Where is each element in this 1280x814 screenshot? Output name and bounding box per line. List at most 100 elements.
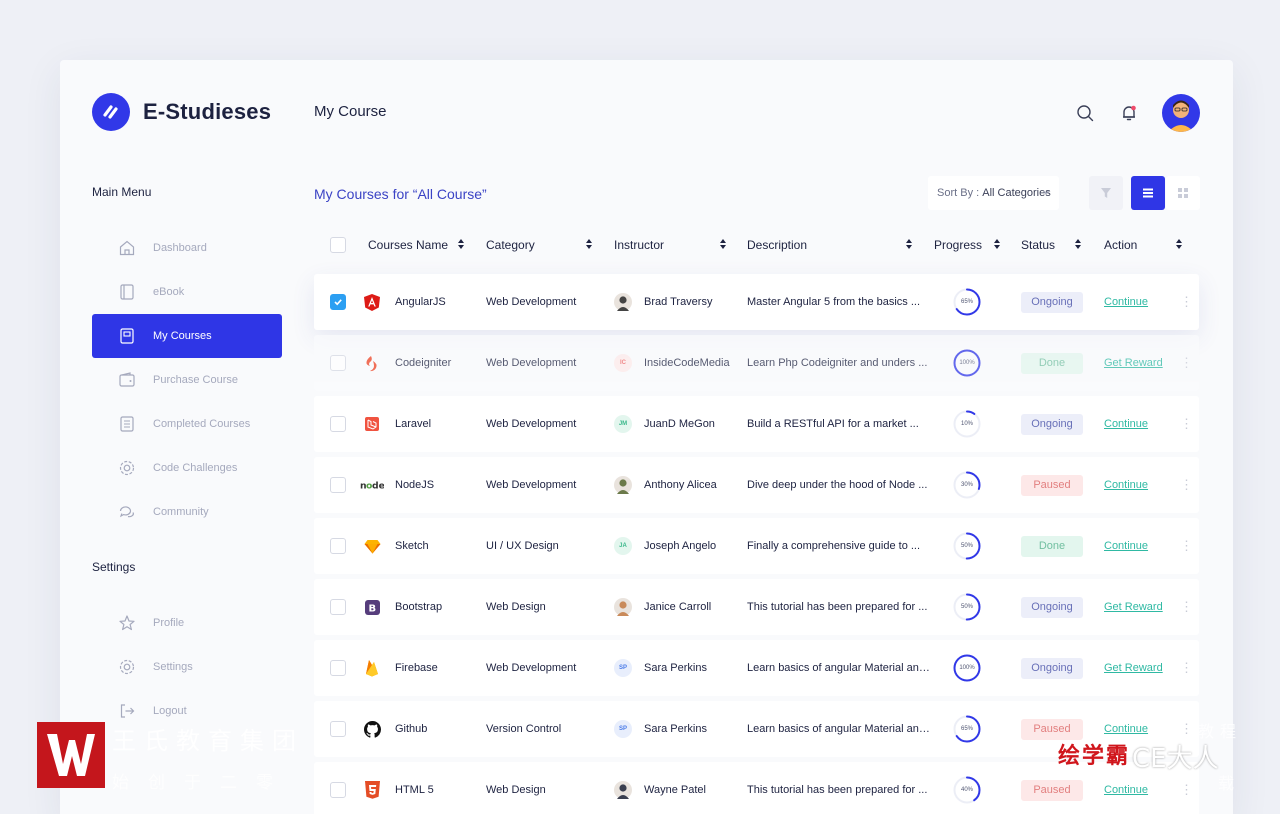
more-options-icon[interactable]: ⋮ <box>1180 396 1193 452</box>
course-category: Web Development <box>486 296 577 308</box>
row-checkbox[interactable] <box>330 294 346 310</box>
more-options-icon[interactable]: ⋮ <box>1180 335 1193 391</box>
header-action[interactable]: Action <box>1104 238 1137 252</box>
sort-icon[interactable] <box>719 238 727 250</box>
course-name[interactable]: HTML 5 <box>395 762 434 814</box>
course-name[interactable]: AngularJS <box>395 274 446 330</box>
action-link[interactable]: Get Reward <box>1104 357 1163 369</box>
course-name[interactable]: Bootstrap <box>395 579 442 635</box>
status-badge: Paused <box>1021 779 1083 801</box>
search-icon[interactable] <box>1074 102 1096 124</box>
table-row[interactable]: n o de NodeJS Web Development Anthony Alic… <box>314 457 1199 513</box>
instructor-initials: IC <box>620 360 626 366</box>
watermark-text: 始创于二零 <box>112 773 292 793</box>
row-checkbox[interactable] <box>330 721 346 737</box>
bootstrap-logo-icon: B <box>360 579 384 635</box>
course-name[interactable]: Firebase <box>395 640 438 696</box>
table-row[interactable]: AngularJS Web Development Brad Traversy … <box>314 274 1199 330</box>
instructor-avatar: IC <box>614 354 632 372</box>
header-category[interactable]: Category <box>486 238 535 252</box>
angular-logo-icon <box>360 274 384 330</box>
progress-value: 50% <box>960 604 973 610</box>
wallet-icon <box>119 372 135 387</box>
row-checkbox[interactable] <box>330 416 346 432</box>
header-progress[interactable]: Progress <box>934 238 982 252</box>
header-description[interactable]: Description <box>747 238 807 252</box>
instructor-avatar: SP <box>614 659 632 677</box>
more-options-icon[interactable]: ⋮ <box>1180 457 1193 513</box>
table-row[interactable]: Laravel Web Development JM JuanD MeGon Bu… <box>314 396 1199 452</box>
row-checkbox[interactable] <box>330 782 346 798</box>
settings-title: Settings <box>92 560 136 574</box>
table-row[interactable]: Firebase Web Development SP Sara Perkins … <box>314 640 1199 696</box>
table-row[interactable]: B Bootstrap Web Design Janice Carroll Th… <box>314 579 1199 635</box>
sort-icon[interactable] <box>457 238 465 250</box>
course-name[interactable]: NodeJS <box>395 457 434 513</box>
app-name: E-Studieses <box>143 99 272 124</box>
action-link[interactable]: Get Reward <box>1104 662 1163 674</box>
action-link[interactable]: Continue <box>1104 296 1148 308</box>
sidebar-item-dashboard[interactable]: Dashboard <box>92 226 282 270</box>
sidebar-item-code-challenges[interactable]: Code Challenges <box>92 446 282 490</box>
status-badge: Paused <box>1021 718 1083 740</box>
header-instructor[interactable]: Instructor <box>614 238 664 252</box>
header-courses-name[interactable]: Courses Name <box>368 238 448 252</box>
action-link[interactable]: Continue <box>1104 784 1148 796</box>
row-checkbox[interactable] <box>330 599 346 615</box>
sidebar-item-my-courses[interactable]: My Courses <box>92 314 282 358</box>
course-name[interactable]: Codeigniter <box>395 335 451 391</box>
course-description: Dive deep under the hood of Node ... <box>747 479 928 491</box>
progress-value: 40% <box>960 787 973 793</box>
status-badge: Ongoing <box>1021 596 1083 618</box>
course-instructor: JM JuanD MeGon <box>614 396 715 452</box>
course-name[interactable]: Laravel <box>395 396 431 452</box>
action-link[interactable]: Continue <box>1104 723 1148 735</box>
status-badge: Done <box>1021 352 1083 374</box>
more-options-icon[interactable]: ⋮ <box>1180 640 1193 696</box>
sort-icon[interactable] <box>905 238 913 250</box>
progress-ring: 100% <box>952 640 982 696</box>
table-row[interactable]: Codeigniter Web Development IC InsideCode… <box>314 335 1199 391</box>
action-link[interactable]: Get Reward <box>1104 601 1163 613</box>
action-link[interactable]: Continue <box>1104 418 1148 430</box>
more-options-icon[interactable]: ⋮ <box>1180 518 1193 574</box>
course-name[interactable]: Sketch <box>395 518 429 574</box>
row-checkbox[interactable] <box>330 660 346 676</box>
more-options-icon[interactable]: ⋮ <box>1180 274 1193 330</box>
sidebar-item-settings[interactable]: Settings <box>92 645 282 689</box>
table-row[interactable]: Sketch UI / UX Design JA Joseph Angelo Fi… <box>314 518 1199 574</box>
sort-icon[interactable] <box>585 238 593 250</box>
instructor-initials: SP <box>618 665 627 671</box>
sidebar-item-profile[interactable]: Profile <box>92 601 282 645</box>
row-checkbox[interactable] <box>330 538 346 554</box>
header-status[interactable]: Status <box>1021 238 1055 252</box>
more-options-icon[interactable]: ⋮ <box>1180 579 1193 635</box>
action-link[interactable]: Continue <box>1104 540 1148 552</box>
sort-icon[interactable] <box>1175 238 1183 250</box>
instructor-name: Anthony Alicea <box>644 479 717 491</box>
sidebar-item-label: Profile <box>153 617 185 629</box>
row-checkbox[interactable] <box>330 477 346 493</box>
sidebar-item-community[interactable]: Community <box>92 490 282 534</box>
sort-icon[interactable] <box>1074 238 1082 250</box>
course-category: UI / UX Design <box>486 540 559 552</box>
app-logo[interactable]: E-Studieses <box>92 93 271 131</box>
sort-icon[interactable] <box>993 238 1001 250</box>
notification-bell-icon[interactable] <box>1118 102 1140 124</box>
sidebar-item-completed-courses[interactable]: Completed Courses <box>92 402 282 446</box>
action-link[interactable]: Continue <box>1104 479 1148 491</box>
grid-view-button[interactable] <box>1166 176 1200 210</box>
book-icon <box>120 284 134 300</box>
progress-ring: 50% <box>952 518 982 574</box>
sidebar-item-purchase-course[interactable]: Purchase Course <box>92 358 282 402</box>
grid-icon <box>1178 188 1188 198</box>
sort-select[interactable]: Sort By : All Categories <box>928 176 1059 210</box>
progress-ring: 30% <box>952 457 982 513</box>
user-avatar[interactable] <box>1162 94 1200 132</box>
list-view-button[interactable] <box>1131 176 1165 210</box>
course-name[interactable]: Github <box>395 701 427 757</box>
row-checkbox[interactable] <box>330 355 346 371</box>
select-all-checkbox[interactable] <box>330 237 346 253</box>
sidebar-item-ebook[interactable]: eBook <box>92 270 282 314</box>
filter-button[interactable] <box>1089 176 1123 210</box>
